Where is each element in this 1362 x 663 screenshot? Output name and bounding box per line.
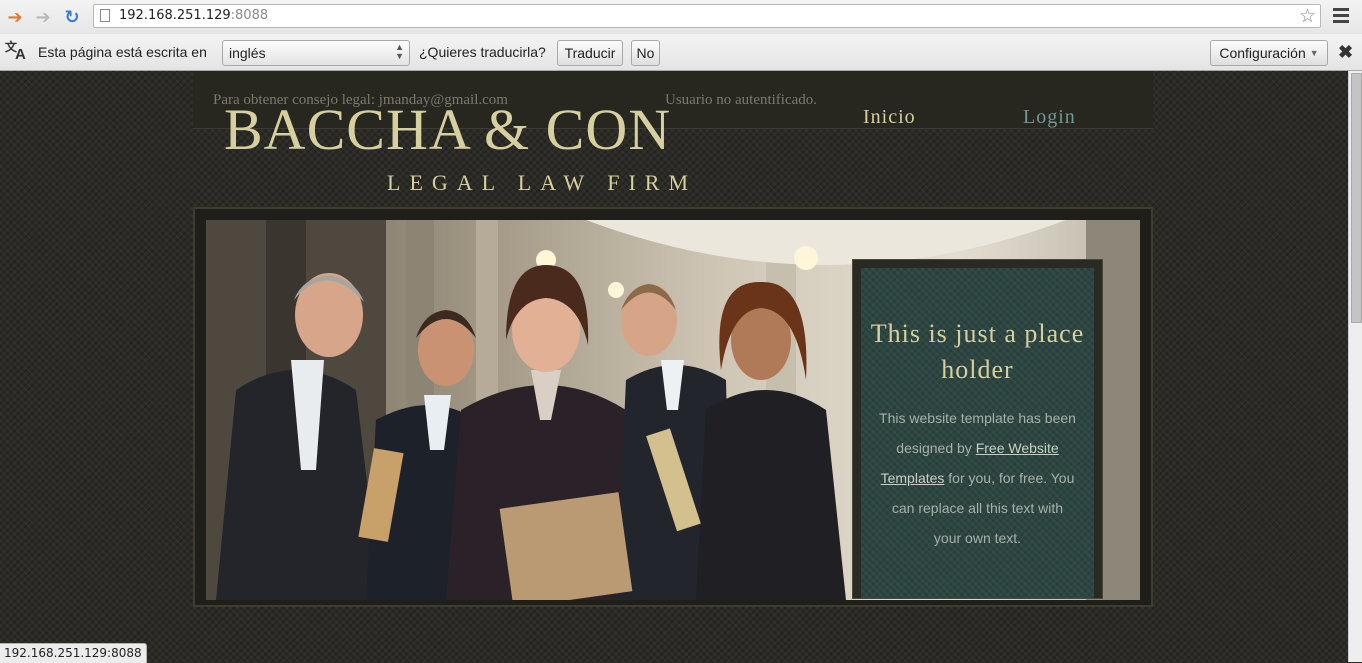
translate-prompt: Esta página está escrita en [38,44,207,60]
reload-icon[interactable]: ↻ [61,6,83,28]
back-arrow-icon[interactable]: ➔ [4,6,26,28]
logo-title[interactable]: BACCHA & CON [224,101,671,159]
nav-link-home[interactable]: Inicio [863,106,916,129]
bookmark-star-icon[interactable]: ☆ [1299,5,1316,27]
browser-toolbar: ➔ ➔ ↻ 192.168.251.129:8088 ☆ [0,0,1362,34]
language-select-value: inglés [229,45,266,61]
scrollbar-thumb[interactable] [1351,73,1362,323]
translate-settings-button[interactable]: Configuración ▼ [1210,40,1328,66]
callout-title: This is just a place holder [870,319,1085,384]
url-text: 192.168.251.129:8088 [119,8,268,23]
no-translate-button[interactable]: No [631,40,660,66]
auth-status-text: Usuario no autentificado. [665,92,818,108]
translate-question: ¿Quieres traducirla? [419,44,546,60]
placeholder-callout: This is just a place holder This website… [852,259,1103,599]
translate-settings-label: Configuración [1219,45,1306,61]
language-select[interactable]: inglés ▲ ▼ [222,40,410,66]
forward-arrow-icon[interactable]: ➔ [32,6,54,28]
translate-icon: 文A [5,40,26,63]
translate-infobar: 文A Esta página está escrita en inglés ▲ ▼… [0,34,1362,71]
select-arrows-icon: ▲ ▼ [395,42,404,61]
logo-subtitle: LEGAL LAW FIRM [387,170,698,195]
url-host: 192.168.251.129 [119,8,231,23]
url-port: :8088 [230,8,269,23]
chevron-down-icon: ▼ [1309,48,1319,58]
callout-panel: This is just a place holder This website… [861,268,1094,598]
page-icon [100,9,110,22]
vertical-scrollbar[interactable] [1348,71,1362,662]
nav-link-login[interactable]: Login [1023,106,1076,129]
browser-menu-icon[interactable] [1333,8,1349,26]
status-bar-url: 192.168.251.129:8088 [0,643,147,663]
callout-text: This website template has been designed … [877,403,1078,553]
address-bar[interactable]: 192.168.251.129:8088 ☆ [93,4,1321,28]
close-icon[interactable]: ✖ [1338,42,1353,63]
translate-button[interactable]: Traducir [557,40,623,66]
